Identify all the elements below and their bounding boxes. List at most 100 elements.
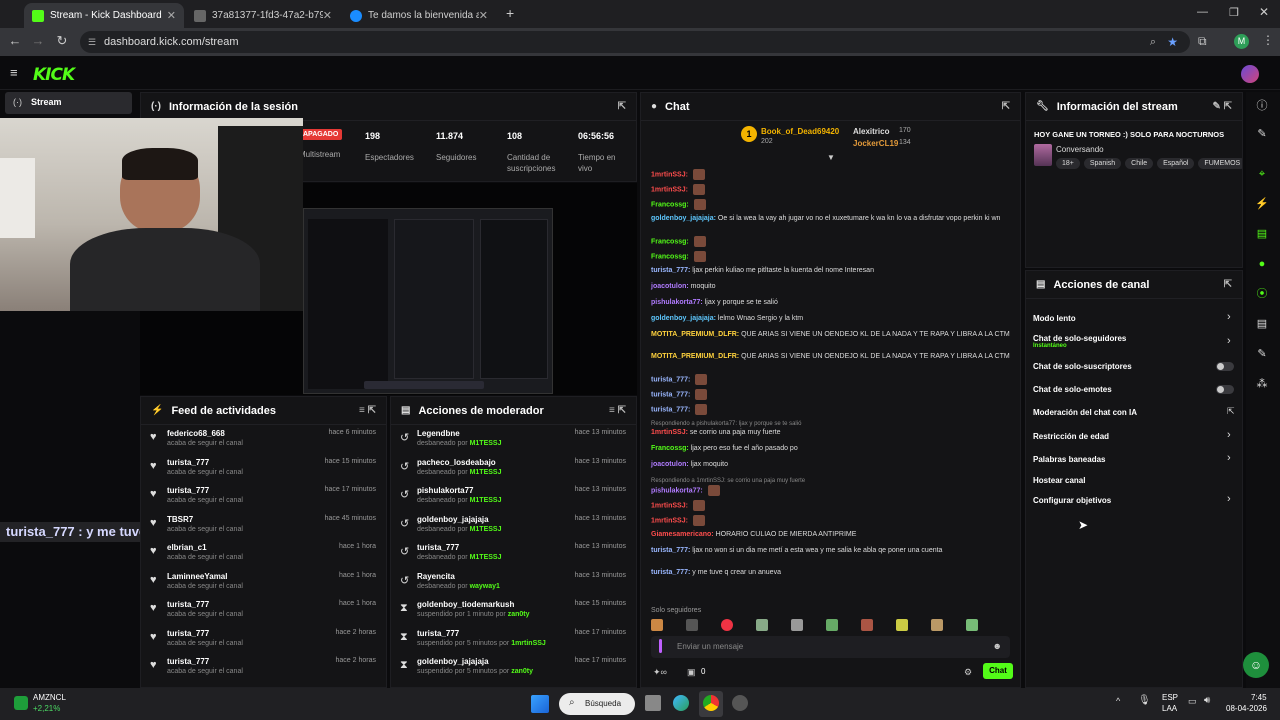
chat-message[interactable]: joacotulon: ljax moquito <box>651 460 1011 470</box>
chat-message[interactable]: pishulakorta77: <box>651 485 1011 496</box>
edit-pencil-icon[interactable]: ✎ <box>1251 123 1273 145</box>
action-followers-only[interactable]: Chat de solo-seguidores <box>1033 334 1126 343</box>
chat-message[interactable]: Giamesamericano: HORARIO CULIAO DE MIERD… <box>651 530 1011 540</box>
chat-username[interactable]: turista_777: <box>651 267 690 274</box>
chat-username[interactable]: Giamesamericano: <box>651 531 714 538</box>
chat-bubble-icon[interactable]: ● <box>1251 253 1273 275</box>
close-icon[interactable]: ✕ <box>323 9 332 22</box>
user-avatar[interactable] <box>1241 65 1259 83</box>
moderator-target[interactable]: goldenboy_jajajaja <box>417 657 489 666</box>
chat-message[interactable]: 1mrtinSSJ: se corrio una paja muy fuerte <box>651 428 1011 438</box>
emote-icon[interactable] <box>931 619 943 631</box>
chat-username[interactable]: 1mrtinSSJ: <box>651 429 688 436</box>
tab-document[interactable]: 37a81377-1fd3-47a2-b79e-557 ✕ <box>186 3 340 28</box>
chat-message[interactable]: pishulakorta77: ljax y porque se te sali… <box>651 298 1011 308</box>
chat-message[interactable]: 1mrtinSSJ: <box>651 515 1011 526</box>
broadcast-icon[interactable]: ⦿ <box>1251 283 1273 305</box>
windows-start-icon[interactable] <box>531 695 549 713</box>
chat-username[interactable]: joacotulon: <box>651 461 689 468</box>
chevron-right-icon[interactable]: › <box>1227 452 1231 464</box>
kick-logo[interactable]: KICK <box>33 65 75 85</box>
moderator-target[interactable]: Rayencita <box>417 572 455 581</box>
chat-message[interactable]: turista_777: <box>651 374 1011 385</box>
chat-message[interactable]: turista_777: ljax no won si un dia me me… <box>651 546 1011 556</box>
chat-username[interactable]: 1mrtinSSJ: <box>651 517 688 524</box>
chat-username[interactable]: Francossg: <box>651 445 689 452</box>
activity-row[interactable]: ♥ TBSR7 acaba de seguir el canal hace 45 mi… <box>141 512 386 540</box>
chat-username[interactable]: goldenboy_jajajaja: <box>651 315 716 322</box>
emote-icon[interactable] <box>721 619 733 631</box>
action-emotes-only[interactable]: Chat de solo-emotes <box>1033 385 1112 394</box>
chat-message[interactable]: turista_777: <box>651 389 1011 400</box>
chat-username[interactable]: Francossg: <box>651 253 689 260</box>
target-icon[interactable]: ⌖ <box>1251 163 1273 185</box>
chevron-right-icon[interactable]: › <box>1227 493 1231 505</box>
moderator-row[interactable]: ↺ pishulakorta77 desbaneado por M1TESSJ hac… <box>391 483 636 511</box>
action-configure-goals[interactable]: Configurar objetivos <box>1033 496 1111 505</box>
emote-icon[interactable] <box>756 619 768 631</box>
hamburger-icon[interactable]: ≡ <box>10 65 18 80</box>
chat-username[interactable]: MOTITA_PREMIUM_DLFR: <box>651 353 739 360</box>
action-subscribers-only[interactable]: Chat de solo-suscriptores <box>1033 362 1132 371</box>
moderator-by[interactable]: zan0ty <box>511 668 533 675</box>
chevron-right-icon[interactable]: › <box>1227 311 1231 323</box>
action-host-channel[interactable]: Hostear canal <box>1033 476 1085 485</box>
activity-username[interactable]: turista_777 <box>167 629 209 638</box>
action-slow-mode[interactable]: Modo lento <box>1033 314 1076 323</box>
tab-prime[interactable]: Te damos la bienvenida a Prime ✕ <box>342 3 496 28</box>
close-icon[interactable]: ✕ <box>479 9 488 22</box>
chat-message[interactable]: turista_777: <box>651 404 1011 415</box>
emote-icon[interactable] <box>896 619 908 631</box>
activity-username[interactable]: turista_777 <box>167 657 209 666</box>
category-name[interactable]: Conversando <box>1056 145 1104 154</box>
back-icon[interactable]: ← <box>4 33 26 48</box>
chat-username[interactable]: pishulakorta77: <box>651 487 703 494</box>
chat-username[interactable]: turista_777: <box>651 376 690 383</box>
activity-username[interactable]: LaminneeYamal <box>167 572 227 581</box>
chevron-right-icon[interactable]: › <box>1227 429 1231 441</box>
moderator-by[interactable]: M1TESSJ <box>470 469 502 476</box>
activity-row[interactable]: ♥ turista_777 acaba de seguir el canal hace… <box>141 597 386 625</box>
moderator-target[interactable]: goldenboy_tiodemarkush <box>417 600 514 609</box>
zoom-icon[interactable]: ⌕ <box>1150 31 1156 53</box>
info-icon[interactable]: ⓘ <box>1251 95 1273 117</box>
expand-chevron-icon[interactable]: ▼ <box>827 153 835 162</box>
chat-username[interactable]: Francossg: <box>651 238 689 245</box>
lightning-icon[interactable]: ⚡ <box>1251 193 1273 215</box>
share-icon[interactable]: ⁂ <box>1251 373 1273 395</box>
moderator-row[interactable]: ↺ goldenboy_jajajaja desbaneado por M1TESS… <box>391 512 636 540</box>
moderator-target[interactable]: pishulakorta77 <box>417 486 473 495</box>
chat-username[interactable]: turista_777: <box>651 569 690 576</box>
taskbar-search[interactable]: ⌕ Búsqueda <box>559 693 635 715</box>
activity-row[interactable]: ♥ turista_777 acaba de seguir el canal hace… <box>141 626 386 654</box>
send-chat-button[interactable]: Chat <box>983 663 1013 679</box>
chat-message[interactable]: Francossg: <box>651 236 1011 247</box>
popout-icon[interactable]: ⇱ <box>1224 279 1232 290</box>
filter-icon[interactable]: ≡ ⇱ <box>609 405 626 416</box>
emote-icon[interactable] <box>861 619 873 631</box>
moderator-target[interactable]: pacheco_losdeabajo <box>417 458 496 467</box>
new-tab-icon[interactable]: + <box>506 5 514 21</box>
network-icon[interactable]: ▭ <box>1188 696 1197 707</box>
activity-row[interactable]: ♥ federico68_668 acaba de seguir el canal h… <box>141 426 386 454</box>
chat-message[interactable]: goldenboy_jajajaja: Oe si la wea la vay … <box>651 214 1011 224</box>
moderator-target[interactable]: turista_777 <box>417 543 459 552</box>
chat-username[interactable]: joacotulon: <box>651 283 689 290</box>
activity-username[interactable]: turista_777 <box>167 458 209 467</box>
gift-icon[interactable]: ▣ <box>687 667 696 678</box>
chat-username[interactable]: 1mrtinSSJ: <box>651 502 688 509</box>
url-input[interactable]: ☰ dashboard.kick.com/stream ⌕ ★ <box>80 31 1190 53</box>
language-label[interactable]: ESP <box>1162 693 1178 702</box>
chat-username[interactable]: turista_777: <box>651 391 690 398</box>
chat-message[interactable]: Francossg: ljax pero eso fue el año pasa… <box>651 444 1011 454</box>
tray-chevron-icon[interactable]: ^ <box>1116 696 1120 706</box>
emote-icon[interactable] <box>966 619 978 631</box>
stock-widget-icon[interactable] <box>14 696 28 710</box>
moderator-row[interactable]: ⧗ goldenboy_tiodemarkush suspendido por 1 … <box>391 597 636 625</box>
emote-icon[interactable] <box>791 619 803 631</box>
top-supporter-name[interactable]: JockerCL19 <box>853 139 898 148</box>
chat-username[interactable]: goldenboy_jajajaja: <box>651 215 716 222</box>
site-info-icon[interactable]: ☰ <box>88 31 96 53</box>
emote-icon[interactable] <box>651 619 663 631</box>
popout-icon[interactable]: ⇱ <box>618 101 626 112</box>
